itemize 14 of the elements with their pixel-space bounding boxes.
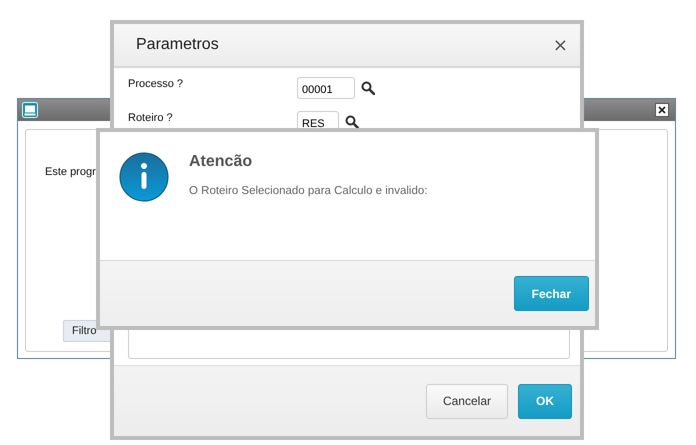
- monitor-icon: [22, 102, 38, 118]
- field-label: Processo ?: [128, 77, 184, 92]
- field-label: Roteiro ?: [128, 111, 174, 126]
- alert-message: O Roteiro Selecionado para Calculo e invalido:: [189, 185, 428, 197]
- close-button[interactable]: ×: [552, 34, 568, 56]
- description-text: Este progr: [45, 166, 96, 178]
- dialog-title: Parametros: [136, 36, 220, 54]
- info-icon: [119, 152, 169, 202]
- cancel-button[interactable]: Cancelar: [426, 384, 508, 418]
- search-icon[interactable]: [361, 81, 375, 95]
- close-icon[interactable]: [655, 103, 669, 117]
- alert-title: Atencão: [189, 153, 254, 171]
- input-field[interactable]: 00001: [297, 77, 355, 99]
- search-icon[interactable]: [345, 115, 359, 129]
